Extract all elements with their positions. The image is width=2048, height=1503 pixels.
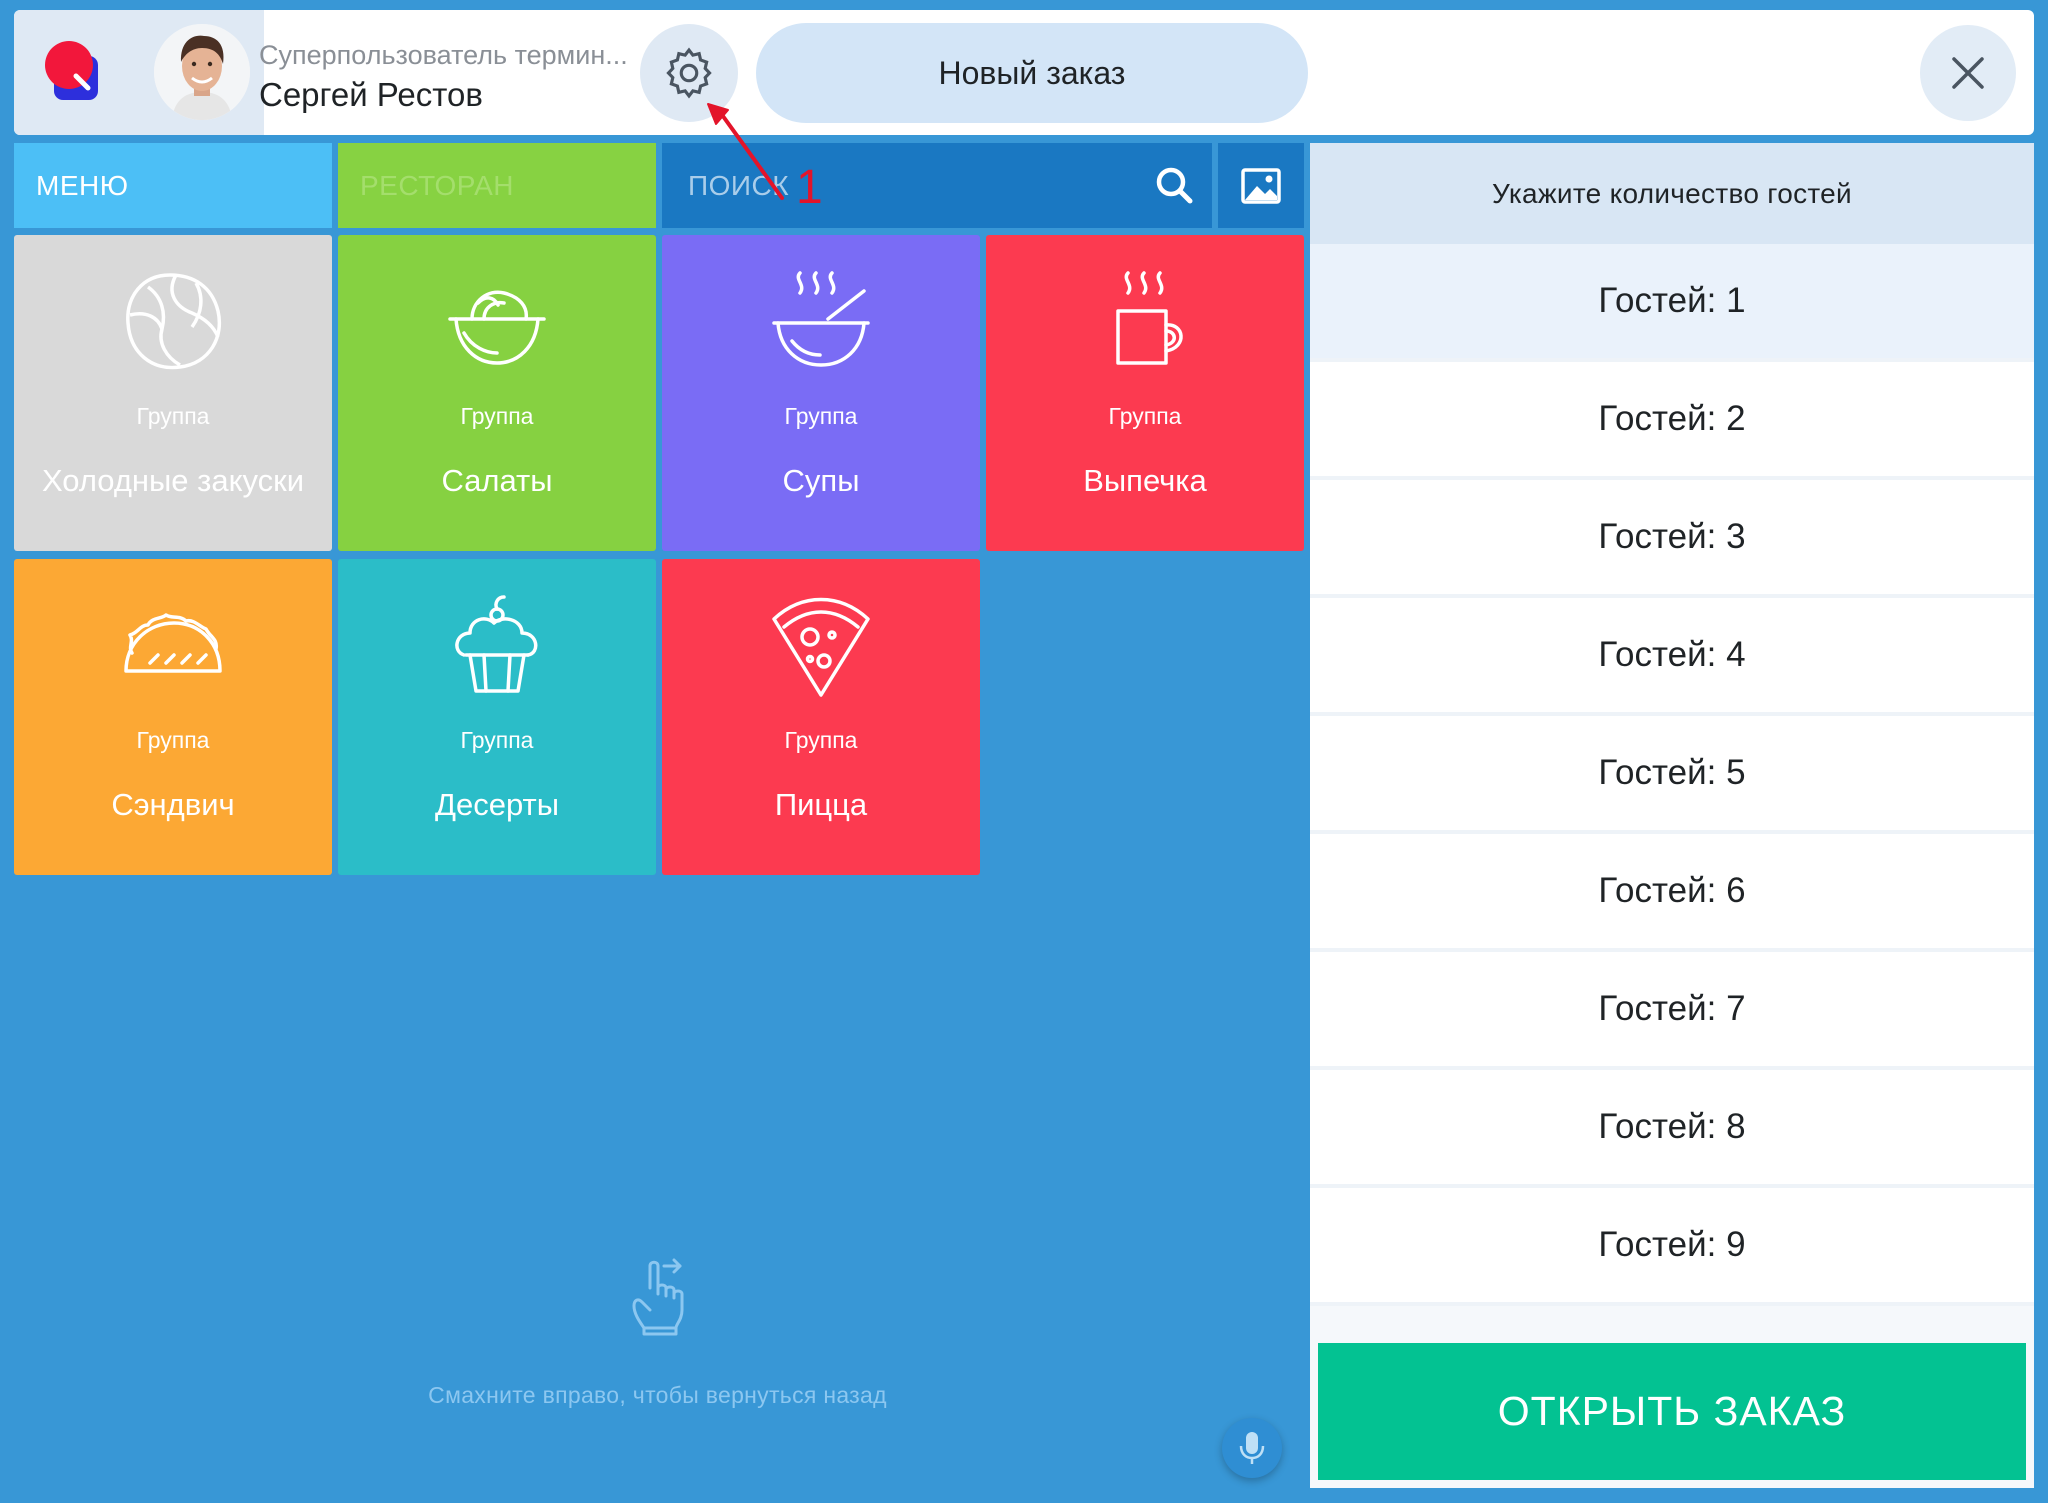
tab-menu[interactable]: МЕНЮ <box>14 143 332 228</box>
app-logo <box>14 10 142 135</box>
guest-option[interactable]: Гостей: 6 <box>1310 834 2034 952</box>
group-tile-soups[interactable]: Группа Супы <box>662 235 980 551</box>
guest-option[interactable]: Гостей: 2 <box>1310 362 2034 480</box>
user-role: Суперпользователь термин... <box>259 40 628 70</box>
tile-group-label: Группа <box>460 403 534 429</box>
group-tile-pizza[interactable]: Группа Пицца <box>662 559 980 875</box>
annotation-number: 1 <box>796 161 823 214</box>
cupcake-icon <box>455 595 538 693</box>
tile-group-label: Группа <box>784 727 858 753</box>
soup-bowl-icon <box>772 271 870 367</box>
group-tile-salads[interactable]: Группа Салаты <box>338 235 656 551</box>
tab-restaurant[interactable]: РЕСТОРАН <box>338 143 656 228</box>
tile-name: Пицца <box>774 787 868 822</box>
group-tile-bakery[interactable]: Группа Выпечка <box>986 235 1304 551</box>
new-order-button[interactable]: Новый заказ <box>756 23 1308 123</box>
search-placeholder: ПОИСК <box>688 169 790 201</box>
swipe-hint-text: Смахните вправо, чтобы вернуться назад <box>428 1382 887 1408</box>
top-bar: Суперпользователь термин... Сергей Ресто… <box>14 10 2034 135</box>
pizza-slice-icon <box>772 597 870 697</box>
close-button[interactable] <box>1920 25 2016 121</box>
tile-name: Десерты <box>434 787 559 822</box>
group-tile-cold-appetizers[interactable]: Группа Холодные закуски <box>14 235 332 551</box>
group-tile-sandwich[interactable]: Группа Сэндвич <box>14 559 332 875</box>
guest-list: Гостей: 1 Гостей: 2 Гостей: 3 Гостей: 4 Гост… <box>1310 244 2034 1306</box>
open-order-button[interactable]: ОТКРЫТЬ ЗАКАЗ <box>1318 1343 2026 1480</box>
tile-name: Холодные закуски <box>41 463 305 498</box>
image-view-button[interactable] <box>1218 143 1304 228</box>
tile-name: Выпечка <box>1083 463 1207 498</box>
microphone-icon <box>1239 1432 1265 1464</box>
user-name: Сергей Рестов <box>259 76 483 113</box>
tile-name: Салаты <box>441 463 553 498</box>
tile-name: Сэндвич <box>111 787 235 822</box>
close-icon <box>1952 57 1984 89</box>
guest-option[interactable]: Гостей: 4 <box>1310 598 2034 716</box>
gear-icon <box>666 47 712 99</box>
guest-option[interactable]: Гостей: 7 <box>1310 952 2034 1070</box>
tile-group-label: Группа <box>1108 403 1182 429</box>
salad-bowl-icon <box>448 290 546 365</box>
guest-option[interactable]: Гостей: 1 <box>1310 244 2034 362</box>
tile-name: Супы <box>782 463 860 498</box>
cabbage-icon <box>126 273 221 370</box>
group-tile-desserts[interactable]: Группа Десерты <box>338 559 656 875</box>
tile-group-label: Группа <box>136 727 210 753</box>
guest-option[interactable]: Гостей: 8 <box>1310 1070 2034 1188</box>
search-input[interactable]: ПОИСК <box>662 143 1212 228</box>
image-icon <box>1241 167 1281 204</box>
guest-option[interactable]: Гостей: 3 <box>1310 480 2034 598</box>
coffee-cup-icon <box>1116 271 1183 365</box>
settings-button[interactable] <box>640 24 738 122</box>
search-icon[interactable] <box>1154 165 1194 212</box>
tile-group-label: Группа <box>136 403 210 429</box>
swipe-hand-icon <box>630 1258 686 1343</box>
guest-option[interactable]: Гостей: 5 <box>1310 716 2034 834</box>
tile-group-label: Группа <box>784 403 858 429</box>
tile-group-label: Группа <box>460 727 534 753</box>
avatar[interactable] <box>142 10 264 135</box>
guest-count-panel: Укажите количество гостей Гостей: 1 Госте… <box>1310 143 2034 1488</box>
microphone-button[interactable] <box>1222 1418 1282 1478</box>
taco-icon <box>124 613 222 673</box>
guest-option[interactable]: Гостей: 9 <box>1310 1188 2034 1306</box>
guest-panel-title: Укажите количество гостей <box>1310 143 2034 244</box>
